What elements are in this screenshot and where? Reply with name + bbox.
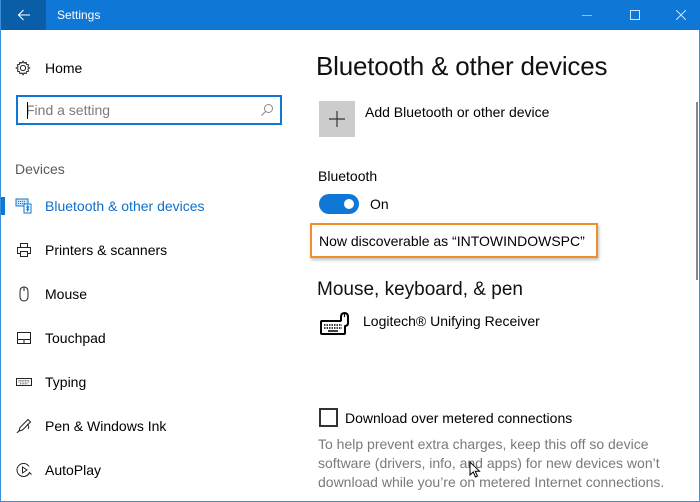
- close-icon: [676, 10, 686, 20]
- home-label: Home: [45, 60, 83, 76]
- window-title: Settings: [57, 8, 101, 22]
- arrow-left-icon: [17, 9, 30, 21]
- bluetooth-toggle[interactable]: [319, 194, 359, 214]
- scrollbar-thumb[interactable]: [696, 102, 698, 280]
- sidebar-item-label: Touchpad: [45, 330, 106, 346]
- gear-icon: [15, 60, 31, 76]
- sidebar-item-label: Pen & Windows Ink: [45, 418, 167, 434]
- keyboard-icon: [15, 374, 33, 390]
- discoverable-highlight: Now discoverable as “INTOWINDOWSPC”: [310, 223, 598, 258]
- touchpad-icon: [15, 330, 33, 346]
- home-link[interactable]: Home: [15, 58, 82, 78]
- sidebar-item-label: Mouse: [45, 286, 88, 302]
- section-label-devices: Devices: [15, 161, 65, 177]
- mouse-icon: [15, 286, 33, 302]
- text-caret: [27, 102, 28, 119]
- device-item[interactable]: Logitech® Unifying Receiver: [319, 312, 540, 338]
- autoplay-icon: [15, 462, 33, 478]
- metered-label: Download over metered connections: [345, 409, 573, 426]
- discoverable-text: Now discoverable as “INTOWINDOWSPC”: [319, 233, 585, 249]
- sidebar: Home Devices Bluetooth & other de: [1, 30, 301, 502]
- sidebar-item-typing[interactable]: Typing: [1, 367, 301, 397]
- mouse-pointer-icon: [469, 461, 481, 478]
- main-content: Bluetooth & other devices Add Bluetooth …: [301, 30, 699, 502]
- device-name: Logitech® Unifying Receiver: [363, 313, 540, 329]
- maximize-icon: [630, 10, 640, 20]
- active-indicator: [1, 197, 5, 215]
- sidebar-item-label: Bluetooth & other devices: [45, 198, 205, 214]
- sidebar-item-autoplay[interactable]: AutoPlay: [1, 455, 301, 485]
- toggle-state-label: On: [370, 196, 389, 212]
- close-button[interactable]: [658, 0, 700, 30]
- sidebar-item-bluetooth[interactable]: Bluetooth & other devices: [1, 191, 301, 221]
- bluetooth-devices-icon: [15, 198, 33, 214]
- page-title: Bluetooth & other devices: [316, 51, 608, 81]
- sidebar-item-label: Printers & scanners: [45, 242, 168, 258]
- minimize-icon: [582, 15, 592, 16]
- back-button[interactable]: [1, 0, 46, 30]
- bluetooth-label: Bluetooth: [318, 168, 378, 184]
- section-title-input-devices: Mouse, keyboard, & pen: [317, 279, 523, 300]
- search-input[interactable]: [26, 101, 256, 119]
- pen-icon: [15, 418, 33, 434]
- search-icon[interactable]: [260, 103, 274, 117]
- plus-icon: [329, 111, 345, 127]
- plus-tile: [319, 101, 355, 137]
- add-device-button[interactable]: Add Bluetooth or other device: [319, 101, 549, 137]
- maximize-button[interactable]: [612, 0, 658, 30]
- keyboard-mouse-icon: [320, 312, 349, 335]
- printer-icon: [15, 242, 33, 258]
- title-bar: Settings: [1, 0, 700, 30]
- sidebar-item-label: Typing: [45, 374, 87, 390]
- add-device-label: Add Bluetooth or other device: [365, 104, 550, 120]
- sidebar-item-pen[interactable]: Pen & Windows Ink: [1, 411, 301, 441]
- sidebar-item-label: AutoPlay: [45, 462, 102, 478]
- settings-window: Settings Home Find a setting Devices Blu…: [0, 0, 700, 502]
- sidebar-item-mouse[interactable]: Mouse: [1, 279, 301, 309]
- sidebar-item-touchpad[interactable]: Touchpad: [1, 323, 301, 353]
- metered-checkbox[interactable]: [319, 408, 338, 427]
- metered-connections-option[interactable]: Download over metered connections: [319, 408, 572, 427]
- sidebar-item-printers[interactable]: Printers & scanners: [1, 235, 301, 265]
- search-box[interactable]: [16, 95, 282, 125]
- metered-description: To help prevent extra charges, keep this…: [318, 436, 665, 490]
- toggle-knob: [344, 199, 354, 209]
- minimize-button[interactable]: [564, 0, 610, 30]
